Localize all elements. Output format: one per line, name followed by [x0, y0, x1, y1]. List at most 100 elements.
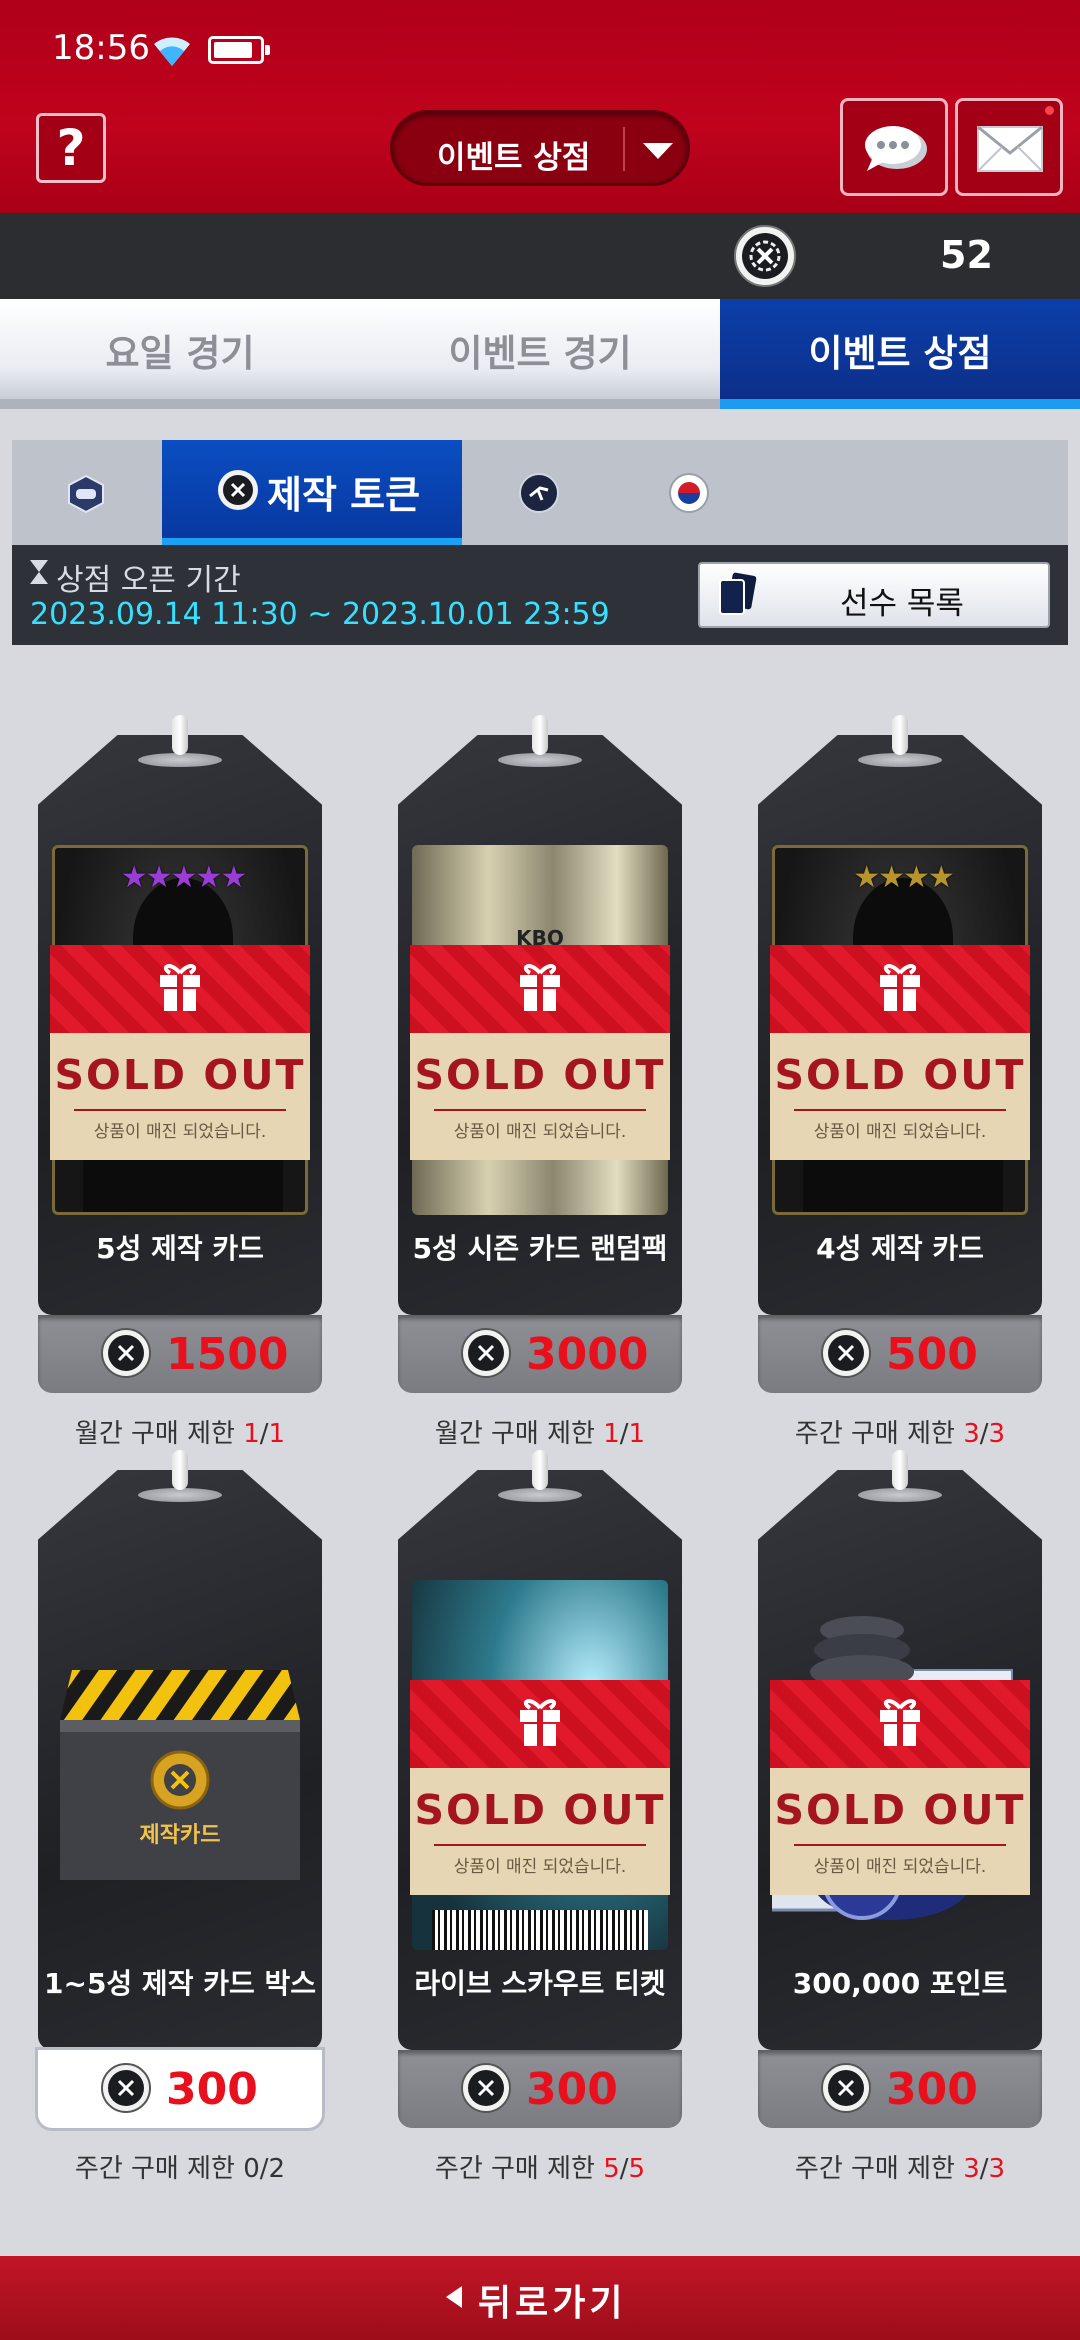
cards-icon [719, 572, 757, 615]
tag-hook [892, 715, 908, 755]
divider [794, 1109, 1006, 1111]
craft-token-icon [734, 225, 796, 287]
sold-out-title: SOLD OUT [414, 1051, 666, 1099]
purchase-limit: 주간 구매 제한 0/2 [74, 2154, 286, 2184]
tag-hook-base [138, 1488, 222, 1502]
tab-event-game[interactable]: 이벤트 경기 [360, 299, 720, 409]
shop-select-dropdown[interactable]: 이벤트 상점 [390, 110, 690, 186]
mail-button[interactable] [955, 98, 1063, 196]
sold-out-subtitle: 상품이 매진 되었습니다. [453, 1857, 627, 1877]
helmet-token-icon [68, 474, 104, 514]
korea-flag-icon [669, 473, 709, 513]
top-bar: 18:56 ? 이벤트 상점 [0, 0, 1080, 213]
subtab-craft-token[interactable]: 제작 토큰 [162, 440, 462, 545]
purchase-limit-label: 월간 구매 제한 [74, 1419, 244, 1449]
price-button[interactable]: 500 [758, 1315, 1042, 1393]
purchase-limit-used: 3 [963, 1419, 980, 1449]
runner-token-icon [519, 473, 559, 513]
back-arrow-icon [446, 2286, 462, 2308]
purchase-limit: 주간 구매 제한 3/3 [794, 2154, 1006, 2184]
sub-tabs: 제작 토큰 [12, 440, 1068, 545]
purchase-limit: 월간 구매 제한 1/1 [74, 1419, 286, 1449]
sold-out-banner: SOLD OUT 상품이 매진 되었습니다. [410, 945, 670, 1160]
tag-hook [172, 715, 188, 755]
main-tabs: 요일 경기 이벤트 경기 이벤트 상점 [0, 299, 1080, 409]
player-list-button[interactable]: 선수 목록 [698, 562, 1050, 628]
sold-out-banner: SOLD OUT 상품이 매진 되었습니다. [770, 945, 1030, 1160]
sold-out-paper: SOLD OUT 상품이 매진 되었습니다. [770, 1768, 1030, 1895]
hourglass-icon [30, 560, 48, 584]
tag-hook [532, 1450, 548, 1490]
gift-icon [880, 964, 920, 1011]
sold-out-paper: SOLD OUT 상품이 매진 되었습니다. [410, 1033, 670, 1160]
tab-daily-game[interactable]: 요일 경기 [0, 299, 360, 409]
notification-dot [1045, 106, 1054, 115]
product-name: 라이브 스카우트 티켓 [414, 1967, 666, 2000]
dropdown-divider [623, 127, 625, 171]
battery-icon [208, 36, 270, 64]
shop-period-label: 상점 오픈 기간 [56, 563, 241, 598]
purchase-limit-used: 1 [603, 1419, 620, 1449]
sold-out-banner: SOLD OUT 상품이 매진 되었습니다. [770, 1680, 1030, 1895]
tag-hook-base [498, 1488, 582, 1502]
sold-out-paper: SOLD OUT 상품이 매진 되었습니다. [50, 1033, 310, 1160]
purchase-limit-used: 3 [963, 2154, 980, 2184]
price-button[interactable]: 300 [758, 2050, 1042, 2128]
price-value: 300 [886, 2064, 978, 2115]
help-button[interactable]: ? [36, 113, 106, 183]
tag-hook-base [138, 753, 222, 767]
subtab-runner[interactable] [462, 440, 612, 545]
craft-card-box-icon: 제작카드 [60, 1670, 300, 1880]
sold-out-subtitle: 상품이 매진 되었습니다. [453, 1122, 627, 1142]
purchase-limit: 주간 구매 제한 5/5 [434, 2154, 646, 2184]
back-button[interactable]: 뒤로가기 [0, 2256, 1080, 2340]
purchase-limit-max: 2 [268, 2154, 286, 2184]
craft-token-icon [461, 2063, 511, 2113]
gift-icon [520, 1699, 560, 1746]
subtab-helmet[interactable] [12, 440, 162, 545]
sold-out-ribbon [410, 1680, 670, 1768]
envelope-icon [977, 125, 1043, 172]
purchase-limit-label: 월간 구매 제한 [434, 1419, 604, 1449]
price-button[interactable]: 300 [398, 2050, 682, 2128]
divider [434, 1844, 646, 1846]
sold-out-ribbon [410, 945, 670, 1033]
star-rating: ★★★★★ [120, 860, 247, 895]
star-rating: ★★★★ [853, 860, 955, 895]
price-value: 500 [886, 1329, 978, 1380]
divider [74, 1109, 286, 1111]
subtab-korea[interactable] [612, 440, 762, 545]
purchase-limit-max: 5 [628, 2154, 646, 2184]
divider [434, 1109, 646, 1111]
status-time: 18:56 [52, 28, 150, 68]
purchase-limit-used: 5 [603, 2154, 620, 2184]
purchase-limit-label: 주간 구매 제한 [794, 2154, 964, 2184]
product-name: 1~5성 제작 카드 박스 [44, 1967, 316, 2000]
sold-out-paper: SOLD OUT 상품이 매진 되었습니다. [770, 1033, 1030, 1160]
craft-token-icon [821, 2063, 871, 2113]
craft-token-icon [821, 1328, 871, 1378]
price-button[interactable]: 3000 [398, 1315, 682, 1393]
price-button[interactable]: 300 [38, 2050, 322, 2128]
sold-out-subtitle: 상품이 매진 되었습니다. [813, 1122, 987, 1142]
gift-icon [880, 1699, 920, 1746]
purchase-limit-max: 3 [988, 2154, 1006, 2184]
product-name: 5성 시즌 카드 랜덤팩 [412, 1232, 668, 1265]
price-button[interactable]: 1500 [38, 1315, 322, 1393]
sold-out-title: SOLD OUT [54, 1051, 306, 1099]
purchase-limit-used: 1 [243, 1419, 260, 1449]
tab-event-shop[interactable]: 이벤트 상점 [720, 299, 1080, 409]
sold-out-ribbon [50, 945, 310, 1033]
chat-button[interactable] [840, 98, 948, 196]
purchase-limit: 월간 구매 제한 1/1 [434, 1419, 646, 1449]
tag-hook-base [858, 1488, 942, 1502]
tag-hook [892, 1450, 908, 1490]
sold-out-banner: SOLD OUT 상품이 매진 되었습니다. [410, 1680, 670, 1895]
currency-bar: 52 [0, 213, 1080, 299]
sold-out-ribbon [770, 945, 1030, 1033]
craft-token-icon [218, 470, 258, 510]
sold-out-paper: SOLD OUT 상품이 매진 되었습니다. [410, 1768, 670, 1895]
sold-out-banner: SOLD OUT 상품이 매진 되었습니다. [50, 945, 310, 1160]
price-value: 3000 [526, 1329, 649, 1380]
purchase-limit-label: 주간 구매 제한 [434, 2154, 604, 2184]
